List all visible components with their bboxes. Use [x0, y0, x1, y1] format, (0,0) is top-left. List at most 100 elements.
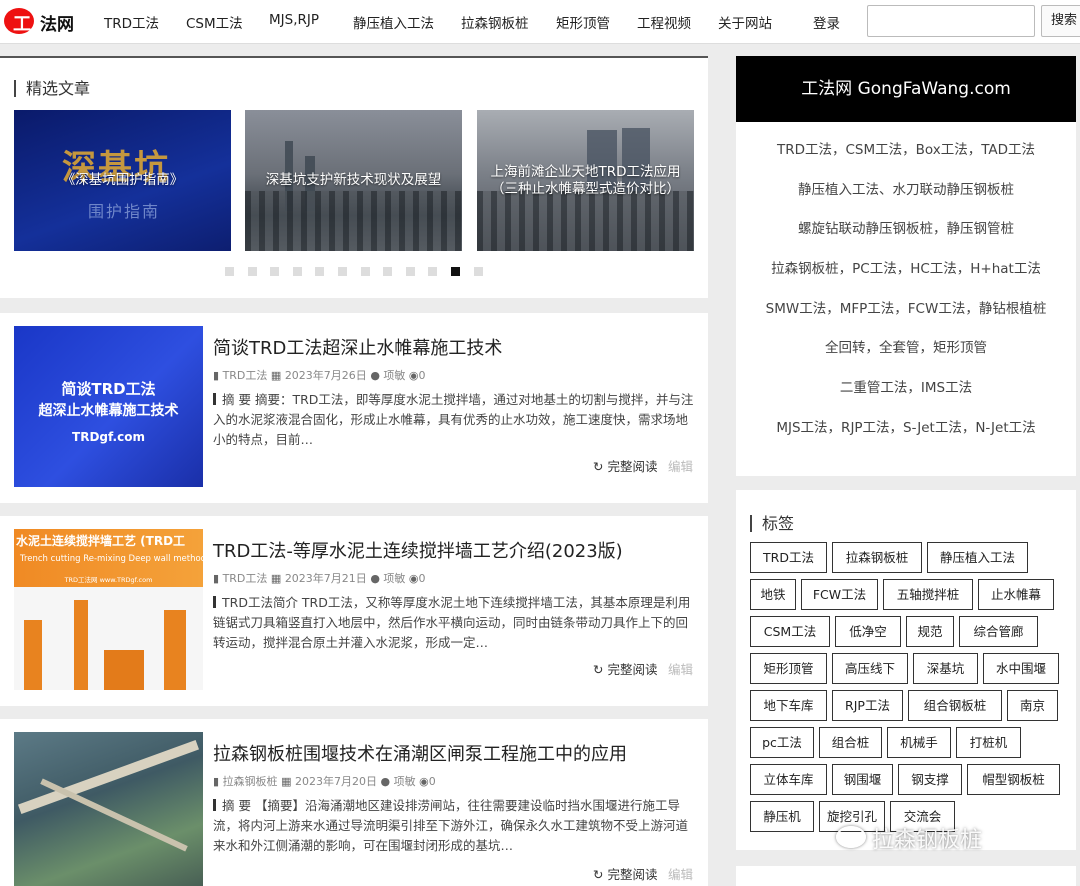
article-author[interactable]: 项敏	[383, 572, 405, 585]
nav-item-static-press[interactable]: 静压植入工法	[353, 12, 434, 32]
carousel-dot[interactable]	[451, 267, 460, 276]
tag-link[interactable]: 机械手	[887, 727, 951, 758]
tag-link[interactable]: RJP工法	[832, 690, 903, 721]
tag-link[interactable]: 组合桩	[819, 727, 882, 758]
site-header: 工 法网 TRD工法 CSM工法 MJS,RJP 静压植入工法 拉森钢板桩 矩形…	[0, 0, 1080, 44]
nav-item-about[interactable]: 关于网站	[718, 12, 772, 32]
nav-item-csm[interactable]: CSM工法	[186, 12, 243, 32]
login-link[interactable]: 登录	[813, 12, 840, 32]
sidebar-link[interactable]: 静压植入工法、水刀联动静压钢板桩	[736, 178, 1076, 198]
sidebar-link[interactable]: TRD工法，CSM工法，Box工法，TAD工法	[736, 138, 1076, 158]
tag-link[interactable]: TRD工法	[750, 542, 827, 573]
tag-link[interactable]: 深基坑	[913, 653, 978, 684]
machine-shape	[24, 620, 42, 690]
carousel-dot[interactable]	[247, 267, 257, 276]
article-title[interactable]: 拉森钢板桩围堰技术在涌潮区闸泵工程施工中的应用	[213, 740, 627, 766]
tag-link[interactable]: 钢围堰	[832, 764, 893, 795]
eye-icon: ◉	[408, 369, 419, 382]
tag-link[interactable]: 矩形顶管	[750, 653, 827, 684]
tag-link[interactable]: 静压机	[750, 801, 814, 832]
search-button[interactable]: 搜索	[1041, 5, 1080, 37]
tag-link[interactable]: 水中围堰	[983, 653, 1059, 684]
sidebar-link[interactable]: SMW工法，MFP工法，FCW工法，静钻根植桩	[736, 297, 1076, 317]
article-category[interactable]: TRD工法	[223, 369, 268, 382]
read-more-link[interactable]: ↻ 完整阅读	[593, 456, 657, 475]
thumbnail-text: Trench cutting Re-mixing Deep wall metho…	[20, 554, 203, 564]
tag-link[interactable]: pc工法	[750, 727, 814, 758]
quote-bar	[213, 596, 216, 608]
carousel-dot[interactable]	[315, 267, 325, 276]
read-more-link[interactable]: ↻ 完整阅读	[593, 864, 657, 883]
nav-item-videos[interactable]: 工程视频	[637, 12, 691, 32]
tag-link[interactable]: 低净空	[835, 616, 901, 647]
user-icon: ●	[370, 572, 380, 585]
machine-shape	[164, 610, 186, 690]
article-date: 2023年7月21日	[284, 572, 367, 585]
edit-link[interactable]: 编辑	[668, 456, 693, 475]
sidebar-link[interactable]: 全回转，全套管，矩形顶管	[736, 336, 1076, 356]
tag-link[interactable]: 五轴搅拌桩	[883, 579, 973, 610]
tag-link[interactable]: 静压植入工法	[927, 542, 1028, 573]
search-input[interactable]	[867, 5, 1035, 37]
carousel-dot[interactable]	[360, 267, 370, 276]
article-thumbnail[interactable]: 简谈TRD工法 超深止水帷幕施工技术 TRDgf.com	[14, 326, 203, 487]
article-category[interactable]: TRD工法	[223, 572, 268, 585]
tag-link[interactable]: 地铁	[750, 579, 796, 610]
tag-link[interactable]: 止水帷幕	[978, 579, 1054, 610]
article-author[interactable]: 项敏	[394, 775, 416, 788]
tag-link[interactable]: 南京	[1007, 690, 1058, 721]
article-category[interactable]: 拉森钢板桩	[223, 775, 278, 788]
article-card: 简谈TRD工法 超深止水帷幕施工技术 TRDgf.com 简谈TRD工法超深止水…	[0, 313, 708, 503]
tag-link[interactable]: FCW工法	[801, 579, 878, 610]
tag-link[interactable]: 综合管廊	[959, 616, 1038, 647]
tag-link[interactable]: 拉森钢板桩	[832, 542, 922, 573]
redo-icon: ↻	[593, 459, 604, 474]
tag-link[interactable]: 帽型钢板桩	[967, 764, 1060, 795]
carousel-dot[interactable]	[338, 267, 347, 276]
thumbnail-text: 水泥土连续搅拌墙工艺 (TRD工	[16, 534, 186, 548]
nav-item-mjs-rjp[interactable]: MJS,RJP	[269, 12, 319, 28]
sidebar-link[interactable]: 二重管工法，IMS工法	[736, 376, 1076, 396]
article-title[interactable]: 简谈TRD工法超深止水帷幕施工技术	[213, 334, 502, 360]
featured-slide[interactable]: 深基坑支护新技术现状及展望	[245, 110, 462, 251]
article-date: 2023年7月26日	[284, 369, 367, 382]
tag-link[interactable]: 钢支撑	[898, 764, 962, 795]
redo-icon: ↻	[593, 867, 604, 882]
thumbnail-text: 简谈TRD工法	[61, 380, 156, 398]
tag-link[interactable]: 规范	[906, 616, 954, 647]
article-thumbnail[interactable]: 水泥土连续搅拌墙工艺 (TRD工 Trench cutting Re-mixin…	[14, 529, 203, 690]
nav-item-trd[interactable]: TRD工法	[104, 12, 159, 32]
carousel-dot[interactable]	[270, 267, 280, 276]
sidebar-link[interactable]: MJS工法，RJP工法，S-Jet工法，N-Jet工法	[736, 416, 1076, 436]
thumbnail-text: 超深止水帷幕施工技术	[38, 403, 179, 419]
carousel-dot[interactable]	[428, 267, 438, 276]
carousel-dot[interactable]	[473, 267, 483, 276]
tag-link[interactable]: 打桩机	[956, 727, 1021, 758]
edit-link[interactable]: 编辑	[668, 864, 693, 883]
site-logo[interactable]: 工 法网	[4, 6, 84, 36]
tag-link[interactable]: CSM工法	[750, 616, 830, 647]
carousel-dot[interactable]	[225, 267, 234, 276]
read-more-link[interactable]: ↻ 完整阅读	[593, 659, 657, 678]
edit-link[interactable]: 编辑	[668, 659, 693, 678]
article-title[interactable]: TRD工法-等厚水泥土连续搅拌墙工艺介绍(2023版)	[213, 537, 623, 563]
tag-link[interactable]: 地下车库	[750, 690, 827, 721]
carousel-dot[interactable]	[383, 267, 393, 276]
tag-link[interactable]: 组合钢板桩	[908, 690, 1002, 721]
article-thumbnail[interactable]	[14, 732, 203, 886]
sidebar-link[interactable]: 拉森钢板桩，PC工法，HC工法，H+hat工法	[736, 257, 1076, 277]
carousel-dot[interactable]	[405, 267, 415, 276]
nav-item-pipe-jacking[interactable]: 矩形顶管	[556, 12, 610, 32]
article-author[interactable]: 项敏	[383, 369, 405, 382]
sidebar-banner[interactable]: 工法网 GongFaWang.com	[736, 56, 1076, 122]
featured-slide[interactable]: 深基坑 围护指南 《深基坑围护指南》	[14, 110, 231, 251]
tag-link[interactable]: 高压线下	[832, 653, 908, 684]
sidebar-link[interactable]: 螺旋钻联动静压钢板桩，静压钢管桩	[736, 217, 1076, 237]
slide-caption: 深基坑支护新技术现状及展望	[265, 172, 442, 188]
bookmark-icon: ▮	[213, 369, 220, 382]
featured-slide[interactable]: 上海前滩企业天地TRD工法应用（三种止水帷幕型式造价对比）	[477, 110, 694, 251]
nav-item-larssen[interactable]: 拉森钢板桩	[461, 12, 529, 32]
tag-link[interactable]: 立体车库	[750, 764, 827, 795]
bookmark-icon: ▮	[213, 572, 220, 585]
carousel-dot[interactable]	[292, 267, 302, 276]
